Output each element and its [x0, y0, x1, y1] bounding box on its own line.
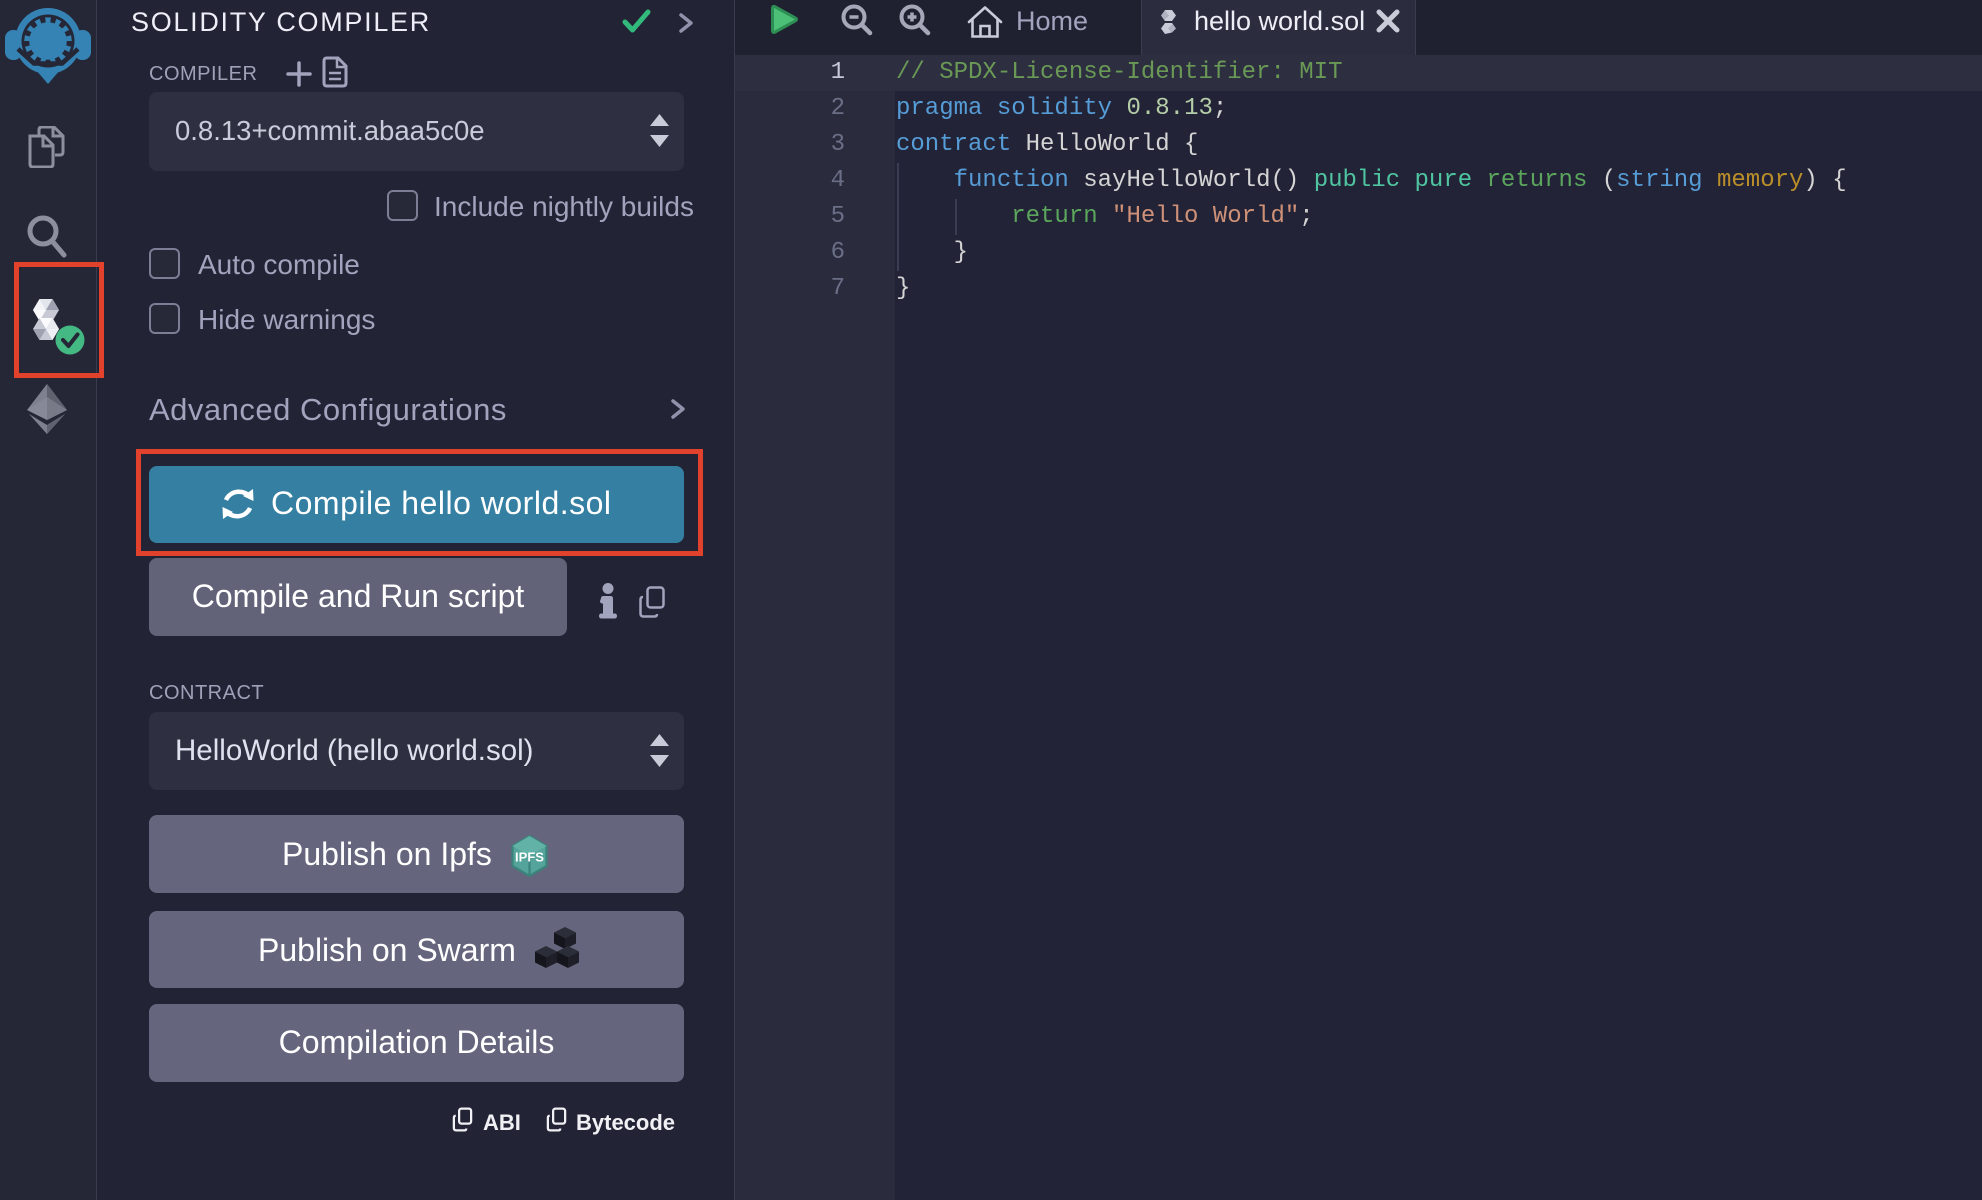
svg-text:IPFS: IPFS — [515, 850, 544, 865]
